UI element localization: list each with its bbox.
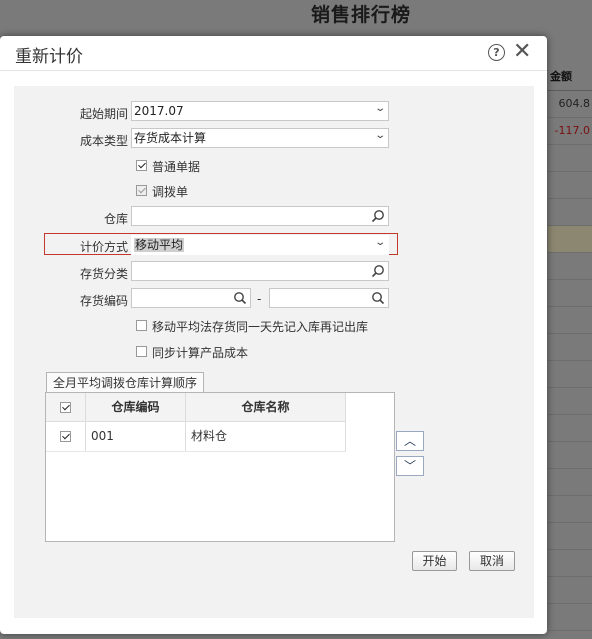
pricing-method-value: 移动平均	[134, 238, 185, 253]
search-icon[interactable]	[371, 291, 385, 305]
amount-cell	[548, 172, 592, 199]
warehouse-name-cell: 材料仓	[186, 422, 346, 451]
inventory-code-to-input[interactable]	[269, 288, 389, 308]
warehouse-label: 仓库	[103, 212, 128, 226]
amount-cell	[548, 604, 592, 631]
warehouse-input[interactable]	[131, 206, 389, 226]
amount-cell	[548, 388, 592, 415]
sync-cost-option-checkbox[interactable]	[136, 346, 147, 357]
amount-cell	[548, 496, 592, 523]
table-row[interactable]: 001 材料仓	[46, 422, 346, 452]
chevron-down-icon: ﹀	[403, 459, 416, 473]
amount-cell	[548, 523, 592, 550]
amount-column-header: 金额	[548, 64, 592, 91]
cost-type-value: 存货成本计算	[134, 131, 207, 145]
amount-column: 金额 604.8 -117.0	[548, 64, 592, 631]
column-header-name[interactable]: 仓库名称	[186, 393, 346, 421]
select-all-checkbox[interactable]	[60, 402, 71, 413]
help-icon[interactable]: ?	[488, 44, 505, 61]
amount-cell	[548, 577, 592, 604]
amount-cell-highlighted	[548, 226, 592, 253]
inventory-category-input[interactable]	[131, 261, 389, 281]
close-icon[interactable]: ✕	[513, 39, 531, 65]
start-period-select[interactable]: 2017.07 ⌄	[131, 101, 389, 121]
chevron-up-icon: ︿	[403, 434, 416, 448]
range-separator: -	[257, 292, 262, 306]
amount-cell	[548, 307, 592, 334]
amount-cell	[548, 550, 592, 577]
warehouse-order-grid: 仓库编码 仓库名称 001 材料仓	[45, 392, 395, 542]
pricing-method-label: 计价方式	[79, 240, 128, 254]
pricing-method-text: 移动平均	[134, 238, 185, 252]
start-period-value: 2017.07	[134, 104, 184, 118]
move-down-button[interactable]: ﹀	[396, 456, 424, 476]
amount-cell	[548, 469, 592, 496]
cancel-button[interactable]: 取消	[469, 551, 515, 571]
cost-type-label: 成本类型	[79, 134, 128, 148]
normal-docs-label: 普通单据	[152, 160, 201, 174]
column-header-code[interactable]: 仓库编码	[86, 393, 186, 421]
inventory-code-label: 存货编码	[79, 294, 128, 308]
report-title: 销售排行榜	[310, 4, 411, 26]
sync-cost-option-label: 同步计算产品成本	[152, 346, 249, 360]
cost-type-select[interactable]: 存货成本计算 ⌄	[131, 128, 389, 148]
amount-cell	[548, 145, 592, 172]
amount-cell	[548, 334, 592, 361]
transfer-docs-label: 调拨单	[152, 185, 189, 199]
pricing-method-select[interactable]: 移动平均 ⌄	[131, 235, 389, 255]
search-icon[interactable]	[371, 264, 385, 278]
amount-cell: -117.0	[548, 118, 592, 145]
chevron-down-icon: ⌄	[373, 237, 386, 248]
amount-cell	[548, 253, 592, 280]
amount-cell	[548, 280, 592, 307]
warehouse-code-cell: 001	[86, 422, 186, 451]
amount-cell: 604.8	[548, 91, 592, 118]
tab-warehouse-order[interactable]: 全月平均调拨仓库计算顺序	[46, 372, 205, 393]
transfer-docs-checkbox	[136, 185, 147, 196]
amount-cell	[548, 199, 592, 226]
search-icon[interactable]	[233, 291, 247, 305]
amount-cell	[548, 442, 592, 469]
inventory-code-from-input[interactable]	[131, 288, 251, 308]
dialog-title: 重新计价	[15, 47, 83, 67]
select-all-cell	[46, 393, 86, 421]
moving-avg-option-checkbox[interactable]	[136, 320, 147, 331]
chevron-down-icon: ⌄	[373, 103, 386, 114]
normal-docs-checkbox[interactable]	[136, 160, 147, 171]
amount-cell	[548, 415, 592, 442]
row-check-cell	[46, 422, 86, 451]
dialog-header: 重新计价 ? ✕	[0, 36, 547, 71]
start-button[interactable]: 开始	[412, 551, 457, 571]
row-checkbox[interactable]	[60, 431, 71, 442]
move-up-button[interactable]: ︿	[396, 431, 424, 451]
start-period-label: 起始期间	[79, 107, 128, 121]
search-icon[interactable]	[371, 209, 385, 223]
grid-header: 仓库编码 仓库名称	[46, 393, 346, 422]
moving-avg-option-label: 移动平均法存货同一天先记入库再记出库	[152, 320, 369, 334]
chevron-down-icon: ⌄	[373, 130, 386, 141]
recalculate-dialog: 重新计价 ? ✕	[0, 36, 547, 634]
inventory-category-label: 存货分类	[79, 267, 128, 281]
amount-cell	[548, 361, 592, 388]
